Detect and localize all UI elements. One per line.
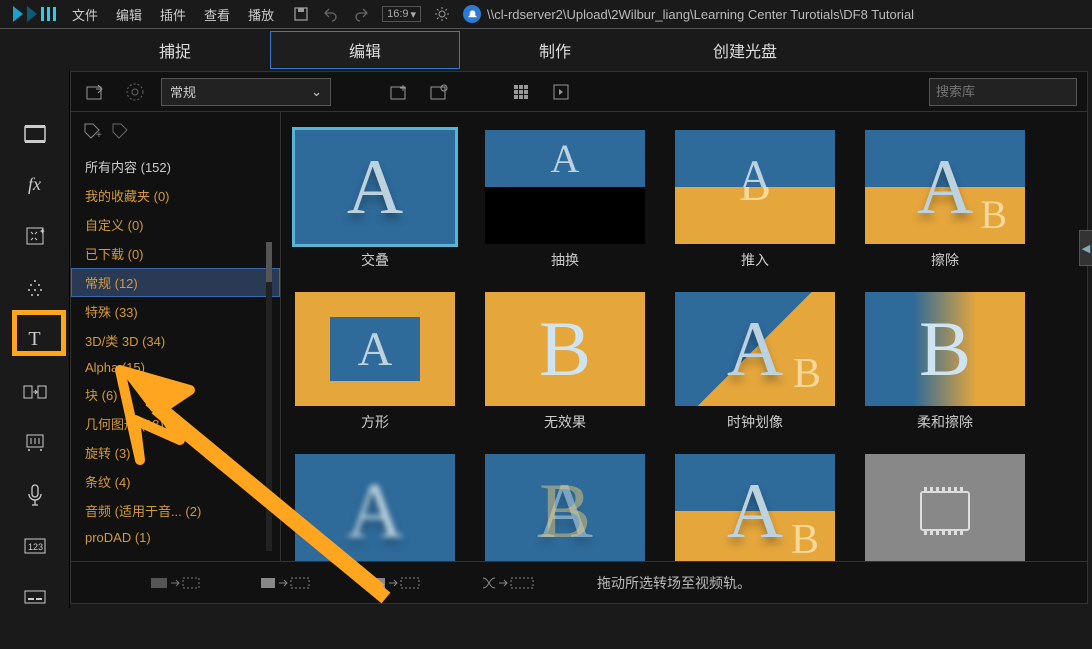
library-toolbar: 常规 ⌄ — [71, 72, 1087, 112]
tree-block[interactable]: 块 (6) — [71, 380, 280, 409]
chevron-down-icon: ⌄ — [311, 84, 322, 100]
thumb-soft-wipe[interactable]: B柔和擦除 — [861, 292, 1029, 432]
save-icon[interactable] — [292, 5, 310, 23]
apply-cross-icon[interactable] — [261, 574, 311, 592]
category-dropdown[interactable]: 常规 ⌄ — [161, 78, 331, 106]
tree-geo[interactable]: 几何图形 (18) — [71, 409, 280, 438]
apply-all-icon[interactable] — [481, 574, 537, 592]
search-input[interactable] — [936, 84, 1092, 99]
tag-add-icon[interactable]: + — [83, 122, 103, 140]
apply-fade-icon[interactable] — [151, 574, 201, 592]
thumb-box[interactable]: A方形 — [291, 292, 459, 432]
thumb-clock[interactable]: AB时钟划像 — [671, 292, 839, 432]
import-icon[interactable] — [81, 78, 109, 106]
transition-room-icon[interactable] — [20, 381, 50, 402]
tree-3d[interactable]: 3D/类 3D (34) — [71, 326, 280, 355]
svg-text:123: 123 — [28, 542, 43, 552]
expand-icon[interactable] — [547, 78, 575, 106]
tree-rotate[interactable]: 旋转 (3) — [71, 438, 280, 467]
tree-stripe[interactable]: 条纹 (4) — [71, 467, 280, 496]
mode-capture[interactable]: 捕捉 — [80, 32, 270, 68]
thumb-none[interactable]: B无效果 — [481, 292, 649, 432]
mode-produce[interactable]: 制作 — [460, 32, 650, 68]
thumb-cw-rotate[interactable]: 顺时针旋转 — [861, 454, 1029, 561]
tree-general[interactable]: 常规 (12) — [71, 268, 280, 297]
mode-edit[interactable]: 编辑 — [270, 31, 460, 69]
toolbar: 16:9▾ — [292, 5, 481, 23]
download-icon[interactable] — [121, 78, 149, 106]
media-room-icon[interactable] — [20, 123, 50, 144]
menu-items: 文件 编辑 插件 查看 播放 — [72, 3, 274, 26]
tag-remove-icon[interactable] — [111, 122, 129, 140]
tree-downloaded[interactable]: 已下载 (0) — [71, 239, 280, 268]
menu-edit[interactable]: 编辑 — [116, 3, 142, 26]
fx-room-icon[interactable]: fx — [20, 174, 50, 195]
thumb-slide[interactable]: AB滑入 — [671, 454, 839, 561]
tree-fav[interactable]: 我的收藏夹 (0) — [71, 181, 280, 210]
chapter-room-icon[interactable]: 123 — [20, 536, 50, 557]
tree-special[interactable]: 特殊 (33) — [71, 297, 280, 326]
aspect-ratio[interactable]: 16:9▾ — [382, 6, 421, 22]
svg-text:+: + — [96, 130, 102, 140]
ratio-label: 16:9 — [387, 8, 408, 20]
menu-bar: 文件 编辑 插件 查看 播放 16:9▾ \\cl-rdserver2\Uplo… — [0, 0, 1092, 28]
collapse-tree-button[interactable]: ◀ — [1079, 230, 1087, 266]
thumb-fade[interactable]: AB淡入淡出 — [481, 454, 649, 561]
search-box[interactable] — [929, 78, 1077, 106]
category-tree: + 所有内容 (152) 我的收藏夹 (0) 自定义 (0) 已下载 (0) 常… — [71, 112, 281, 561]
thumb-blur[interactable]: A模糊 — [291, 454, 459, 561]
room-sidebar: fx ✦ T 123 — [0, 71, 70, 608]
timeline-toolbar: 拖动所选转场至视频轨。 — [71, 561, 1087, 603]
grid-view-icon[interactable] — [507, 78, 535, 106]
thumb-push[interactable]: AB推入 — [671, 130, 839, 270]
tree-prodad[interactable]: proDAD (1) — [71, 525, 280, 550]
thumbnail-grid: A交叠 A抽换 AB推入 AB擦除 A方形 B无效果 AB时钟划像 B柔和擦除 … — [281, 112, 1087, 561]
pip-room-icon[interactable]: ✦ — [20, 226, 50, 247]
mode-disc[interactable]: 创建光盘 — [650, 32, 840, 68]
annotation-highlight-box — [12, 310, 66, 356]
voice-room-icon[interactable] — [20, 484, 50, 506]
drag-hint: 拖动所选转场至视频轨。 — [597, 573, 751, 593]
particle-room-icon[interactable] — [20, 277, 50, 298]
menu-file[interactable]: 文件 — [72, 3, 98, 26]
subtitle-room-icon[interactable] — [20, 587, 50, 608]
menu-play[interactable]: 播放 — [248, 3, 274, 26]
thumb-wipe[interactable]: AB擦除 — [861, 130, 1029, 270]
app-logo — [4, 0, 64, 28]
tree-all[interactable]: 所有内容 (152) — [71, 152, 280, 181]
tree-audio[interactable]: 音频 (适用于音... (2) — [71, 496, 280, 525]
menu-view[interactable]: 查看 — [204, 3, 230, 26]
svg-text:✦: ✦ — [39, 227, 45, 236]
new-folder-icon[interactable] — [385, 78, 413, 106]
dropdown-label: 常规 — [170, 82, 196, 101]
thumb-crossfade[interactable]: A交叠 — [291, 130, 459, 270]
library-panel: 常规 ⌄ + 所有内容 (152) — [70, 71, 1088, 604]
project-path: \\cl-rdserver2\Upload\2Wilbur_liang\Lear… — [487, 7, 914, 22]
redo-icon[interactable] — [352, 5, 370, 23]
mode-tabs: 捕捉 编辑 制作 创建光盘 — [0, 29, 1092, 71]
menu-plugin[interactable]: 插件 — [160, 3, 186, 26]
tag-manage-icon[interactable] — [425, 78, 453, 106]
settings-icon[interactable] — [433, 5, 451, 23]
undo-icon[interactable] — [322, 5, 340, 23]
apply-random-icon[interactable] — [371, 574, 421, 592]
audio-room-icon[interactable] — [20, 432, 50, 453]
thumb-swap[interactable]: A抽换 — [481, 130, 649, 270]
tree-alpha[interactable]: Alpha (15) — [71, 355, 280, 380]
tree-scrollbar[interactable] — [266, 242, 272, 551]
notification-icon[interactable] — [463, 5, 481, 23]
tree-custom[interactable]: 自定义 (0) — [71, 210, 280, 239]
